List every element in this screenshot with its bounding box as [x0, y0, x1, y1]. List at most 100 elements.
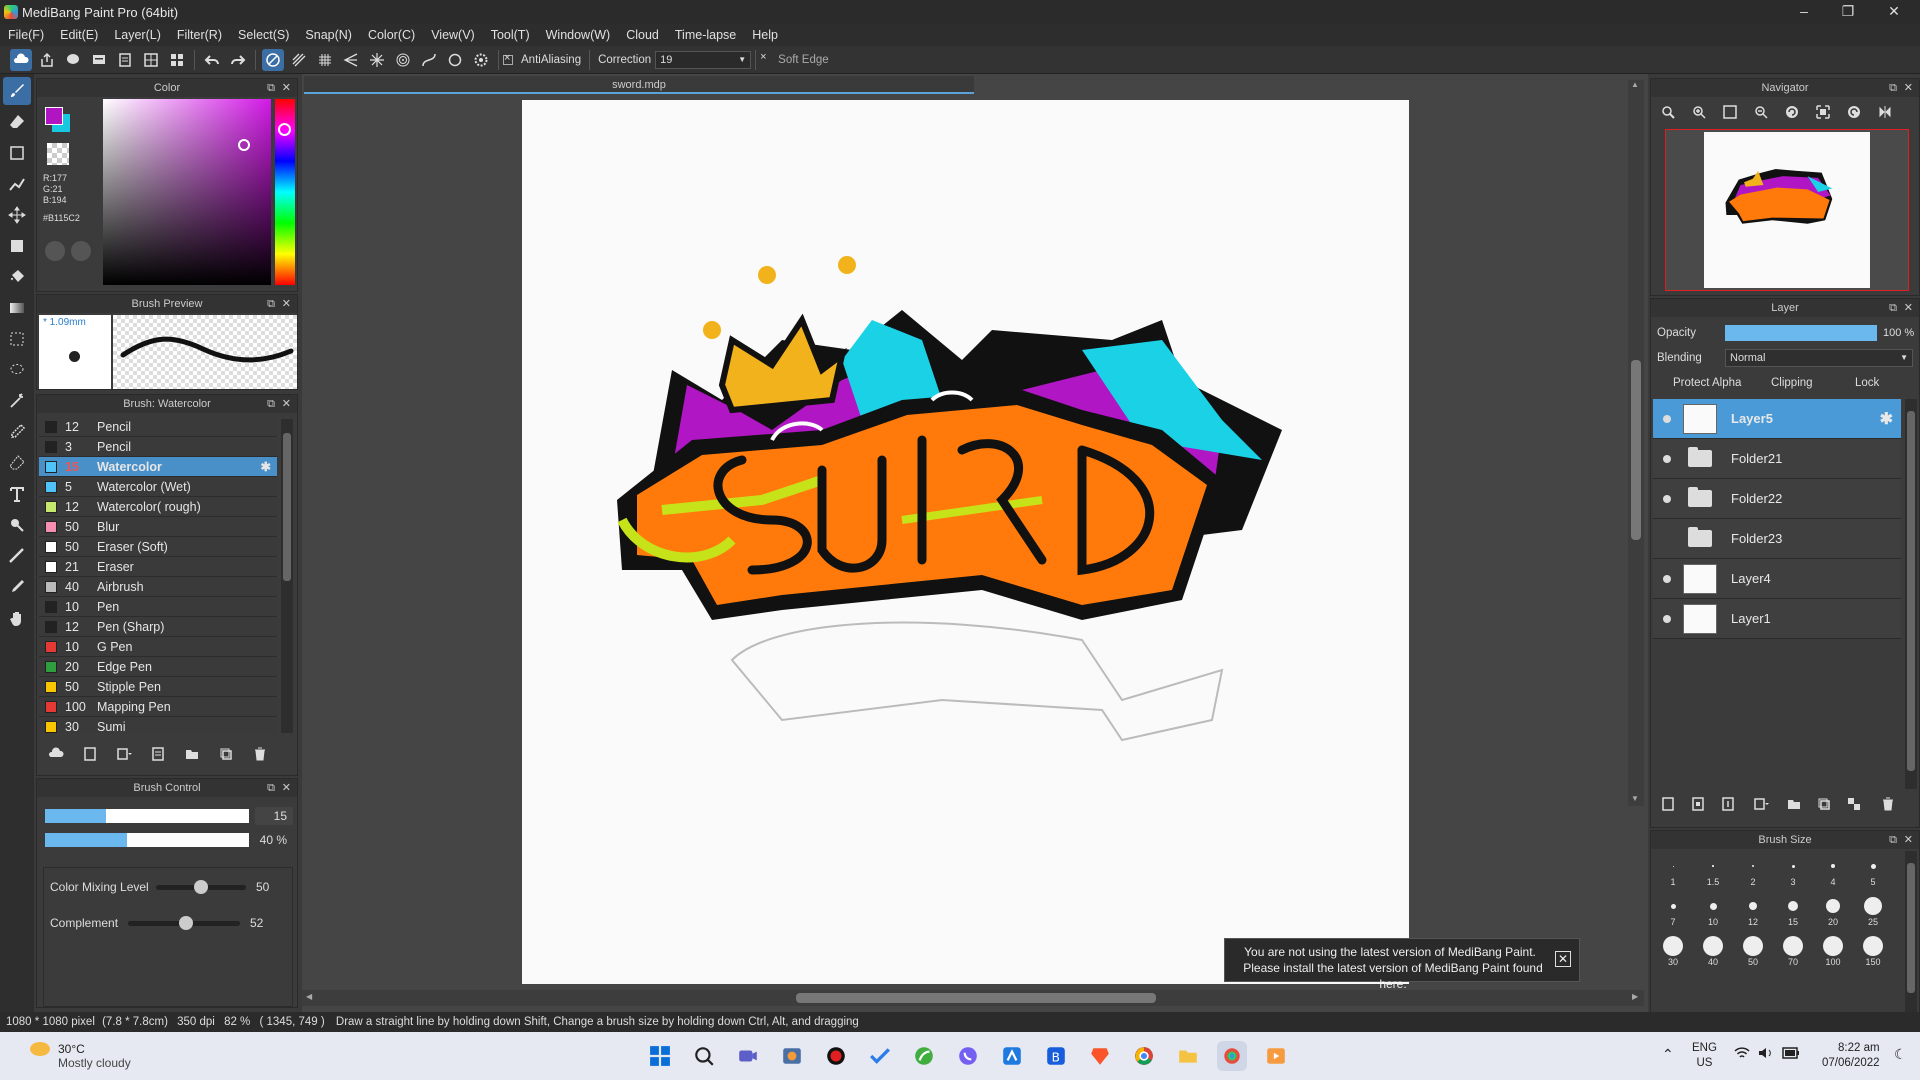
navigator-viewport[interactable] — [1665, 129, 1909, 291]
dot-tool-icon[interactable] — [3, 139, 31, 167]
brush-list-item[interactable]: 40 Airbrush — [39, 577, 277, 597]
detach-icon[interactable]: ⧉ — [267, 295, 275, 313]
menu-filter[interactable]: Filter(R) — [169, 28, 230, 42]
brush-folder-icon[interactable] — [181, 743, 203, 765]
download-brush-icon[interactable] — [45, 743, 67, 765]
duplicate-brush-icon[interactable] — [215, 743, 237, 765]
brush-list-item[interactable]: 50 Stipple Pen — [39, 677, 277, 697]
divide-tool-icon[interactable] — [3, 542, 31, 570]
hue-slider[interactable] — [275, 99, 295, 285]
battery-icon[interactable] — [1782, 1047, 1800, 1059]
brush-size-option[interactable]: 1.5 — [1693, 855, 1733, 887]
brush-size-value[interactable]: 15 — [255, 807, 293, 825]
brush-size-option[interactable]: 150 — [1853, 935, 1893, 967]
merge-down-icon[interactable] — [1843, 793, 1865, 815]
grid-icon[interactable] — [166, 49, 188, 71]
complement-slider-knob[interactable] — [179, 916, 194, 930]
primary-color-swatch[interactable] — [45, 107, 63, 125]
chevron-up-icon[interactable]: ⌃ — [1662, 1046, 1674, 1063]
close-panel-icon[interactable]: ✕ — [282, 79, 291, 97]
brush-size-option[interactable]: 30 — [1653, 935, 1693, 967]
weather-icon[interactable] — [30, 1042, 50, 1056]
close-notification-icon[interactable]: ✕ — [1555, 951, 1571, 967]
menu-help[interactable]: Help — [744, 28, 786, 42]
gear-icon[interactable]: ✱ — [1880, 409, 1893, 429]
maximize-button[interactable]: ❐ — [1828, 0, 1868, 24]
menu-window[interactable]: Window(W) — [538, 28, 619, 42]
complement-slider[interactable] — [128, 916, 240, 930]
layer-list-scrollbar[interactable] — [1905, 399, 1917, 789]
brush-opacity-bar[interactable] — [45, 833, 249, 847]
search-icon[interactable] — [689, 1041, 719, 1071]
brush-list-item[interactable]: 20 Edge Pen — [39, 657, 277, 677]
soft-edge-checkbox[interactable] — [760, 51, 770, 65]
menu-select[interactable]: Select(S) — [230, 28, 297, 42]
actual-size-icon[interactable] — [1812, 101, 1834, 123]
picker-handle[interactable] — [238, 139, 250, 151]
gear-icon[interactable]: ✱ — [261, 459, 271, 474]
brush-list-item[interactable]: 3 Pencil — [39, 437, 277, 457]
eyedropper-tool-icon[interactable] — [3, 573, 31, 601]
leaf-app-icon[interactable] — [909, 1041, 939, 1071]
layer-row[interactable]: Layer1 — [1653, 599, 1901, 639]
brush-list-item[interactable]: 100 Mapping Pen — [39, 697, 277, 717]
new-8bit-layer-icon[interactable] — [1687, 793, 1709, 815]
weather-widget[interactable]: 30°C Mostly cloudy — [58, 1042, 131, 1070]
medibang-taskbar-icon[interactable] — [1217, 1041, 1247, 1071]
brush-list-scrollbar[interactable] — [281, 419, 293, 733]
curve-snap-icon[interactable] — [418, 49, 440, 71]
brush-size-option[interactable]: 20 — [1813, 895, 1853, 927]
panel-layout-icon[interactable] — [140, 49, 162, 71]
menu-timelapse[interactable]: Time-lapse — [667, 28, 744, 42]
brush-size-option[interactable]: 50 — [1733, 935, 1773, 967]
scrollbar-thumb[interactable] — [1631, 360, 1641, 540]
new-1bit-layer-icon[interactable] — [1717, 793, 1739, 815]
layer-row[interactable]: Folder23 — [1653, 519, 1901, 559]
photos-icon[interactable] — [777, 1041, 807, 1071]
scrollbar-thumb[interactable] — [283, 433, 291, 581]
brush-list-item[interactable]: 12 Pencil — [39, 417, 277, 437]
menu-view[interactable]: View(V) — [423, 28, 483, 42]
concentric-snap-icon[interactable] — [392, 49, 414, 71]
menu-file[interactable]: File(F) — [0, 28, 52, 42]
zoom-out-icon[interactable] — [1750, 101, 1772, 123]
delete-layer-icon[interactable] — [1877, 793, 1899, 815]
layer-row[interactable]: Layer4 — [1653, 559, 1901, 599]
visibility-eye-icon[interactable] — [1663, 494, 1671, 503]
hand-tool-icon[interactable] — [3, 604, 31, 632]
layer-row[interactable]: Folder22 — [1653, 479, 1901, 519]
brush-size-option[interactable]: 12 — [1733, 895, 1773, 927]
brush-list-item[interactable]: 10 Pen — [39, 597, 277, 617]
brush-size-bar[interactable] — [45, 809, 249, 823]
new-brush-icon[interactable] — [79, 743, 101, 765]
palette-icon[interactable] — [45, 241, 65, 261]
record-icon[interactable] — [821, 1041, 851, 1071]
new-folder-icon[interactable] — [1783, 793, 1805, 815]
brush-list-item[interactable]: 21 Eraser — [39, 557, 277, 577]
gradient-tool-icon[interactable] — [3, 294, 31, 322]
start-icon[interactable] — [645, 1041, 675, 1071]
visibility-eye-icon[interactable] — [1663, 614, 1671, 623]
brush-size-scrollbar[interactable] — [1905, 851, 1917, 1019]
update-notification[interactable]: You are not using the latest version of … — [1224, 938, 1580, 991]
brush-size-option[interactable]: 40 — [1693, 935, 1733, 967]
minimize-button[interactable]: – — [1784, 0, 1824, 24]
snap-off-icon[interactable] — [262, 48, 284, 71]
brush-size-option[interactable]: 70 — [1773, 935, 1813, 967]
visibility-eye-icon[interactable] — [1663, 454, 1671, 463]
brush-list-item[interactable]: 15 Watercolor ✱ — [39, 457, 277, 477]
brush-list-item[interactable]: 10 G Pen — [39, 637, 277, 657]
notification-moon-icon[interactable]: ☾ — [1894, 1046, 1907, 1063]
brush-tool-icon[interactable] — [3, 77, 31, 105]
blending-select[interactable]: Normal ▼ — [1725, 349, 1913, 367]
volume-icon[interactable] — [1758, 1046, 1774, 1060]
canvas[interactable] — [522, 100, 1409, 984]
brush-list-item[interactable]: 5 Watercolor (Wet) — [39, 477, 277, 497]
new-layer-icon[interactable] — [1657, 793, 1679, 815]
move-tool-icon[interactable] — [3, 201, 31, 229]
brush-list-item[interactable]: 50 Eraser (Soft) — [39, 537, 277, 557]
brush-settings-icon[interactable] — [147, 743, 169, 765]
mixing-slider-knob[interactable] — [194, 880, 208, 894]
close-button[interactable]: ✕ — [1874, 0, 1914, 24]
scroll-left-icon[interactable]: ◀ — [306, 992, 312, 1001]
